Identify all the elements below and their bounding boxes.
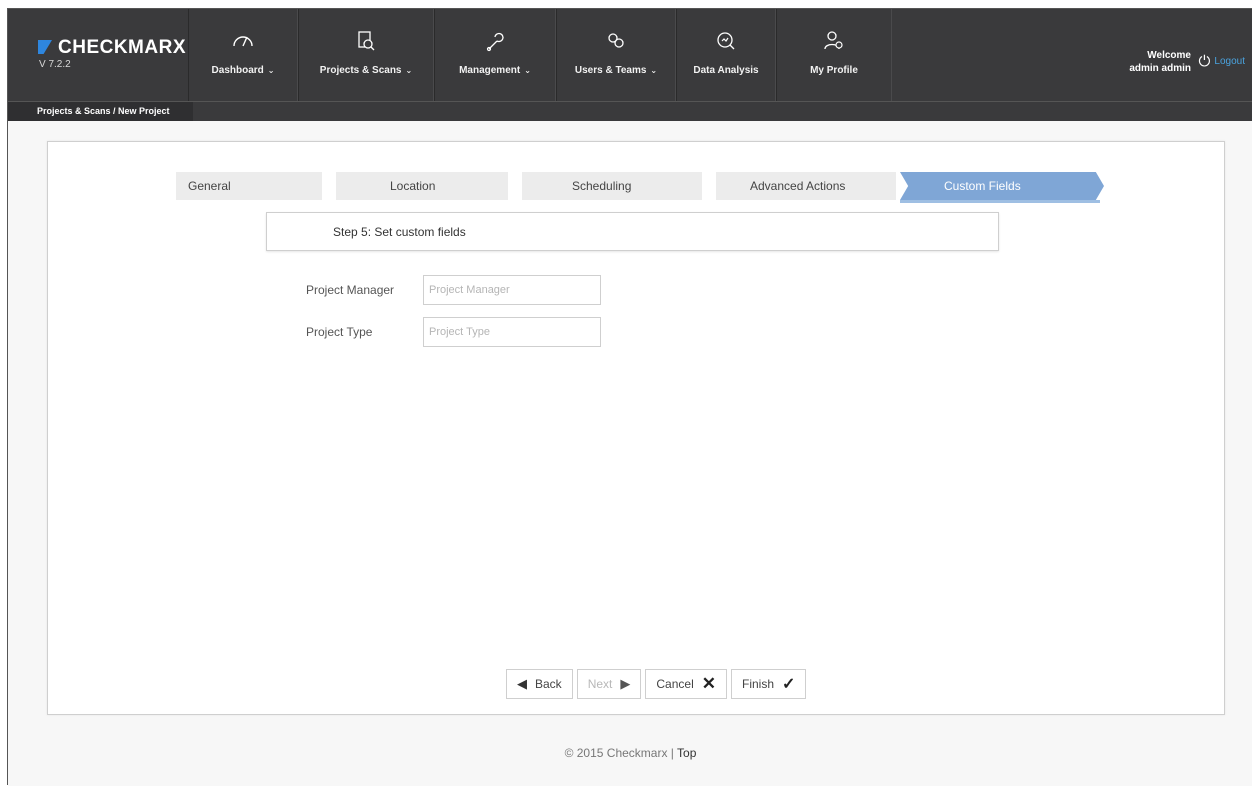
version-label: V 7.2.2	[39, 59, 71, 70]
app-window: CHECKMARX V 7.2.2 Dashboard ⌄ Projects & …	[7, 8, 1252, 786]
nav-projects-scans[interactable]: Projects & Scans ⌄	[298, 9, 434, 101]
wizard-step-scheduling[interactable]: Scheduling	[522, 172, 702, 200]
step-separator	[508, 172, 522, 200]
wizard-step-custom-fields[interactable]: Custom Fields	[900, 172, 1104, 200]
arrow-left-icon: ◀	[517, 676, 527, 691]
cancel-label: Cancel	[656, 677, 694, 691]
step-label: Custom Fields	[944, 179, 1021, 193]
logout-label: Logout	[1214, 56, 1245, 67]
cancel-button[interactable]: Cancel ✕	[645, 669, 727, 699]
power-icon: ⏻	[1198, 53, 1211, 70]
gauge-icon	[233, 36, 253, 47]
checkmark-icon: ✓	[782, 676, 796, 693]
nav-users-teams[interactable]: Users & Teams ⌄	[556, 9, 676, 101]
next-button[interactable]: Next ▶	[576, 669, 642, 699]
checkmarx-mark-icon	[38, 40, 52, 54]
checkmarx-logo[interactable]: CHECKMARX	[38, 37, 186, 59]
wizard-step-location[interactable]: Location	[336, 172, 508, 200]
wizard-step-general[interactable]: General	[176, 172, 322, 200]
wrench-icon	[486, 32, 504, 52]
nav-data-analysis-label: Data Analysis	[693, 65, 759, 76]
breadcrumb[interactable]: Projects & Scans / New Project	[8, 102, 193, 122]
step-label: Location	[390, 179, 436, 193]
user-name: admin admin	[1129, 63, 1191, 74]
top-link[interactable]: Top	[677, 746, 696, 760]
nav-management[interactable]: Management ⌄	[434, 9, 556, 101]
step-label: General	[188, 179, 231, 193]
chevron-down-icon: ⌄	[650, 66, 658, 75]
users-icon	[608, 33, 624, 48]
wizard-buttons: ◀ Back Next ▶ Cancel ✕ Finish ✓	[506, 669, 807, 699]
back-button[interactable]: ◀ Back	[506, 669, 573, 699]
nav-users-label: Users & Teams	[574, 65, 647, 76]
wizard-steps: General Location Scheduling Advanced Act…	[176, 172, 1104, 200]
nav-projects-label: Projects & Scans	[319, 65, 402, 76]
active-step-underline	[900, 200, 1100, 203]
nav-my-profile[interactable]: My Profile	[776, 9, 892, 101]
nav-my-profile-label: My Profile	[810, 65, 858, 76]
project-type-input[interactable]	[423, 317, 601, 347]
breadcrumb-bar: Projects & Scans / New Project	[8, 101, 1252, 122]
top-navigation-bar: CHECKMARX V 7.2.2 Dashboard ⌄ Projects & …	[8, 9, 1252, 101]
copyright-text: © 2015 Checkmarx |	[564, 746, 674, 760]
welcome-label: Welcome	[1147, 50, 1191, 61]
analysis-icon	[717, 32, 735, 50]
projects-icon	[358, 31, 375, 51]
chevron-down-icon: ⌄	[267, 66, 275, 75]
step-label: Advanced Actions	[750, 179, 846, 193]
nav-dashboard[interactable]: Dashboard ⌄	[188, 9, 298, 101]
step-separator	[322, 172, 336, 200]
close-icon: ✕	[701, 674, 716, 693]
logout-button[interactable]: ⏻ Logout	[1199, 53, 1245, 70]
wizard-step-advanced-actions[interactable]: Advanced Actions	[716, 172, 896, 200]
chevron-down-icon: ⌄	[405, 66, 413, 75]
nav-management-label: Management	[459, 65, 521, 76]
chevron-down-icon: ⌄	[524, 66, 531, 75]
back-label: Back	[535, 677, 562, 691]
project-type-label: Project Type	[306, 325, 373, 339]
profile-icon	[824, 31, 843, 50]
nav-data-analysis[interactable]: Data Analysis	[676, 9, 776, 101]
step-label: Scheduling	[572, 179, 632, 193]
footer: © 2015 Checkmarx | Top	[8, 746, 1252, 760]
page-content: General Location Scheduling Advanced Act…	[8, 121, 1252, 786]
project-manager-label: Project Manager	[306, 283, 395, 297]
next-label: Next	[587, 677, 613, 691]
project-manager-input[interactable]	[423, 275, 601, 305]
welcome-text: Welcome admin admin	[1129, 49, 1191, 75]
nav-dashboard-label: Dashboard	[211, 65, 264, 76]
wizard-card: General Location Scheduling Advanced Act…	[47, 141, 1225, 715]
finish-button[interactable]: Finish ✓	[730, 669, 807, 699]
arrow-right-icon: ▶	[620, 676, 631, 691]
finish-label: Finish	[741, 677, 774, 691]
step-header: Step 5: Set custom fields	[266, 212, 999, 251]
step-separator	[702, 172, 716, 200]
logo-text: CHECKMARX	[58, 37, 186, 58]
